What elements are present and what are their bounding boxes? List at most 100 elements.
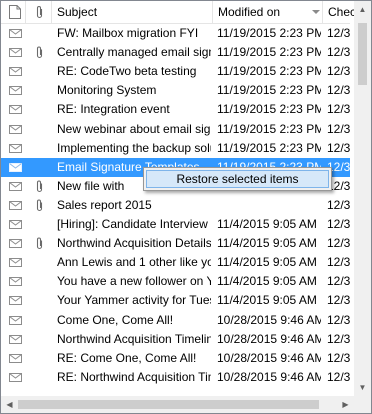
table-row[interactable]: [Hiring]: Candidate Interview 11/4/2015 9… [1, 215, 350, 234]
row-subject: RE: Come One, Come All! [57, 387, 211, 388]
row-subject: Northwind Acquisition Timeline [57, 331, 211, 346]
row-subject: Sales report 2015 [57, 197, 152, 212]
row-attachment-cell [35, 158, 47, 177]
row-attachment-cell [35, 253, 47, 272]
row-attachment-cell [35, 368, 47, 387]
row-attachment-cell [35, 81, 47, 100]
row-type-cell [9, 158, 27, 177]
table-row[interactable]: Implementing the backup solut... 11/19/20… [1, 139, 350, 158]
row-attachment-cell [35, 43, 47, 62]
row-checked: 12/3 [327, 274, 350, 289]
envelope-icon [9, 296, 22, 306]
table-row[interactable]: New webinar about email sign... 11/19/201… [1, 120, 350, 139]
header-subject[interactable]: Subject [52, 1, 213, 23]
row-modified-on: 10/28/2015 9:46 AM [217, 350, 321, 365]
rows-container: FW: Mailbox migration FYI 11/19/2015 2:23… [1, 24, 350, 388]
envelope-icon [9, 143, 22, 153]
row-type-cell [9, 311, 27, 330]
arrow-down-icon[interactable]: ▼ [354, 379, 371, 396]
row-type-cell [9, 291, 27, 310]
table-row[interactable]: Sales report 2015 12/3 [1, 196, 350, 215]
arrow-right-icon[interactable]: ▶ [337, 396, 354, 413]
row-attachment-cell [35, 215, 47, 234]
row-type-cell [9, 24, 27, 43]
row-modified-on: 10/28/2015 9:46 AM [217, 331, 321, 346]
row-subject: RE: Come One, Come All! [57, 350, 197, 365]
row-subject: RE: Northwind Acquisition Tim... [57, 369, 211, 384]
row-subject: New webinar about email sign... [57, 121, 211, 136]
row-modified-on: 11/19/2015 2:23 PM [217, 83, 321, 98]
arrow-up-icon[interactable]: ▲ [354, 1, 371, 18]
table-row[interactable]: Northwind Acquisition Details 11/4/2015 9… [1, 234, 350, 253]
vertical-scrollbar[interactable]: ▲ ▼ [354, 1, 371, 396]
envelope-icon [9, 258, 22, 268]
row-modified-on: 11/4/2015 9:05 AM [217, 274, 317, 289]
table-row[interactable]: FW: Mailbox migration FYI 11/19/2015 2:23… [1, 24, 350, 43]
row-modified-on: 11/19/2015 2:23 PM [217, 45, 321, 60]
table-row[interactable]: Ann Lewis and 1 other like you... 11/4/20… [1, 253, 350, 272]
row-type-cell [9, 100, 27, 119]
header-modified-label: Modified on [218, 5, 281, 19]
vertical-scroll-thumb[interactable] [358, 23, 367, 85]
table-row[interactable]: You have a new follower on Y... 11/4/2015… [1, 272, 350, 291]
envelope-icon [9, 86, 22, 96]
row-attachment-cell [35, 62, 47, 81]
table-row[interactable]: RE: CodeTwo beta testing 11/19/2015 2:23 … [1, 62, 350, 81]
table-row[interactable]: Monitoring System 11/19/2015 2:23 PM 12/3 [1, 81, 350, 100]
row-modified-on: 10/28/2015 9:46 AM [217, 387, 321, 388]
row-subject: Come One, Come All! [57, 312, 174, 327]
paperclip-icon [36, 6, 43, 19]
horizontal-scrollbar[interactable]: ◀ ▶ [1, 396, 354, 413]
arrow-left-icon[interactable]: ◀ [1, 396, 18, 413]
header-modified-on[interactable]: Modified on [213, 1, 323, 23]
envelope-icon [9, 239, 22, 249]
row-checked: 12/3 [327, 64, 350, 79]
paperclip-icon [36, 46, 43, 59]
item-list: Subject Modified on Chec FW: Mailbox mig… [0, 0, 372, 414]
table-row[interactable]: Your Yammer activity for Tues... 11/4/201… [1, 291, 350, 310]
row-modified-on: 11/19/2015 2:23 PM [217, 121, 321, 136]
horizontal-scroll-thumb[interactable] [18, 400, 319, 409]
row-type-cell [9, 43, 27, 62]
header-type-column[interactable] [1, 1, 26, 23]
row-type-cell [9, 272, 27, 291]
scrollbar-corner [354, 396, 371, 413]
row-modified-on: 11/4/2015 9:05 AM [217, 217, 317, 231]
row-attachment-cell [35, 272, 47, 291]
envelope-icon [9, 315, 22, 325]
table-row[interactable]: RE: Northwind Acquisition Tim... 10/28/20… [1, 368, 350, 387]
row-subject: You have a new follower on Y... [57, 274, 211, 289]
row-checked: 12/3 [327, 102, 350, 117]
row-checked: 12/3 [327, 255, 350, 270]
row-checked: 12/3 [327, 293, 350, 308]
row-checked: 12/3 [327, 387, 350, 388]
row-modified-on: 11/4/2015 9:05 AM [217, 293, 317, 308]
table-row[interactable]: RE: Come One, Come All! 10/28/2015 9:46 A… [1, 387, 350, 388]
row-type-cell [9, 177, 27, 196]
row-subject: Ann Lewis and 1 other like you... [57, 255, 211, 270]
table-row[interactable]: RE: Come One, Come All! 10/28/2015 9:46 A… [1, 349, 350, 368]
restore-selected-items-menu-item[interactable]: Restore selected items [146, 170, 329, 188]
row-checked: 12/3 [327, 350, 350, 365]
row-checked: 12/3 [327, 121, 350, 136]
row-attachment-cell [35, 311, 47, 330]
table-row[interactable]: Northwind Acquisition Timeline 10/28/2015… [1, 330, 350, 349]
envelope-icon [9, 29, 22, 38]
row-checked: 12/3 [327, 369, 350, 384]
row-modified-on: 11/4/2015 9:05 AM [217, 236, 317, 251]
row-checked: 12/3 [327, 26, 350, 40]
table-row[interactable]: Come One, Come All! 10/28/2015 9:46 AM 12/… [1, 311, 350, 330]
table-row[interactable]: Centrally managed email signat... 11/19/2… [1, 43, 350, 62]
envelope-icon [9, 105, 22, 115]
paperclip-icon [36, 199, 43, 211]
row-attachment-cell [35, 349, 47, 368]
row-modified-on: 11/19/2015 2:23 PM [217, 26, 321, 40]
row-subject: FW: Mailbox migration FYI [57, 26, 199, 40]
envelope-icon [9, 181, 22, 191]
table-row[interactable]: RE: Integration event 11/19/2015 2:23 PM 1… [1, 100, 350, 119]
row-checked: 12/3 [327, 45, 350, 60]
header-attachment-column[interactable] [26, 1, 52, 23]
row-subject: Northwind Acquisition Details [57, 236, 211, 251]
row-modified-on [217, 196, 321, 215]
row-type-cell [9, 81, 27, 100]
